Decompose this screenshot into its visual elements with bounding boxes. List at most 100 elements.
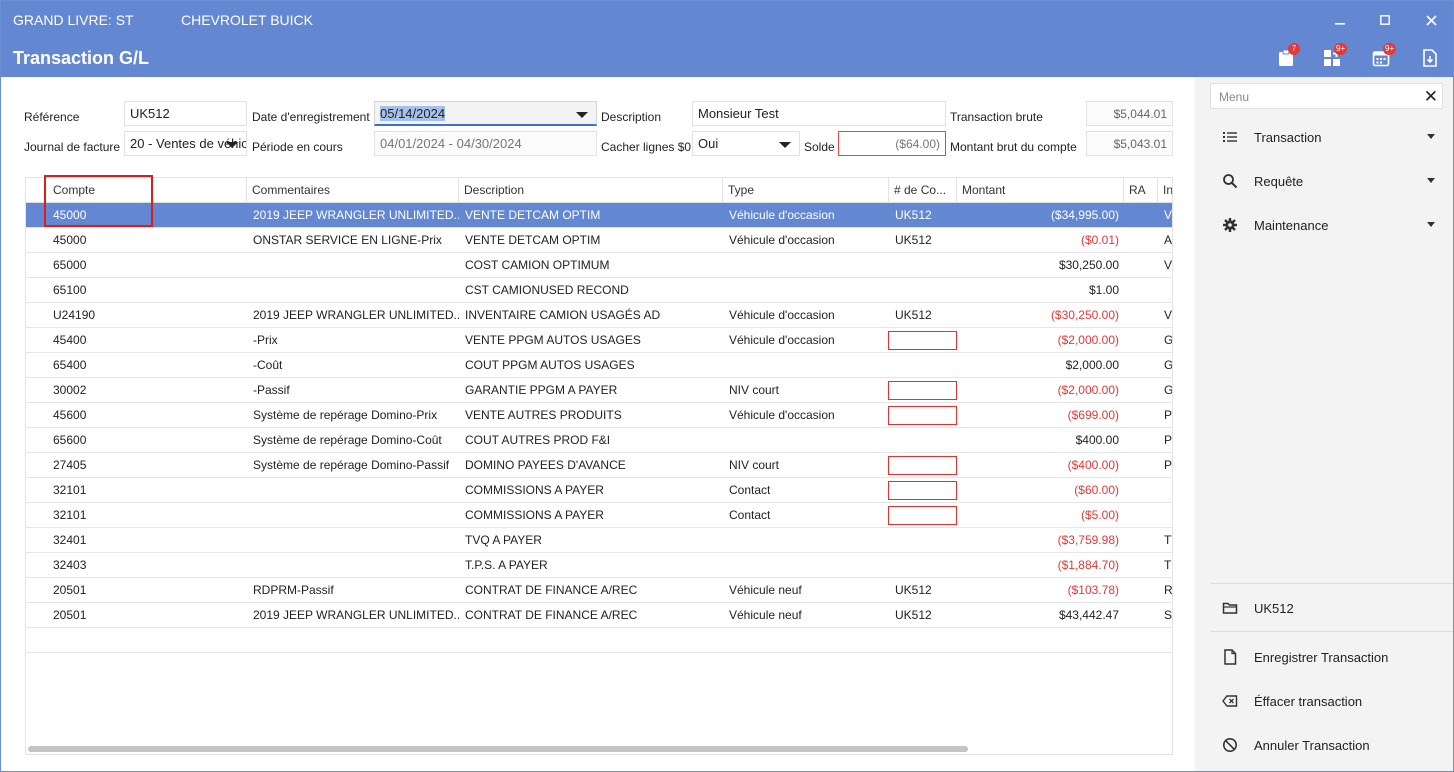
cell-description: TVQ A PAYER (465, 533, 542, 547)
cell-description: COMMISSIONS A PAYER (465, 483, 604, 497)
column-header-amount[interactable]: Montant (957, 178, 1124, 203)
action-cancel-transaction[interactable]: Annuler Transaction (1210, 730, 1453, 760)
horizontal-scrollbar[interactable] (28, 746, 968, 752)
table-row[interactable]: 65400 -Coût COUT PPGM AUTOS USAGES $2,000.0… (26, 353, 1172, 378)
date-picker[interactable]: 05/14/2024 (374, 101, 597, 126)
journal-select[interactable]: 20 - Ventes de véhicules (124, 131, 247, 156)
cell-in: G (1164, 383, 1173, 397)
column-header-ra[interactable]: RA (1124, 178, 1158, 203)
missing-reference-input[interactable] (888, 506, 957, 525)
sidebar-divider (1210, 583, 1453, 584)
table-row[interactable]: 20501 2019 JEEP WRANGLER UNLIMITED... CONT… (26, 603, 1172, 628)
cell-amount: $400.00 (1075, 433, 1119, 447)
transaction-grid[interactable]: Compte Commentaires Description Type # d… (25, 177, 1173, 755)
export-button[interactable] (1417, 46, 1443, 70)
menu-item-transaction[interactable]: Transaction (1210, 122, 1453, 152)
table-row[interactable]: 45000 ONSTAR SERVICE EN LIGNE-Prix VENTE D… (26, 228, 1172, 253)
table-row[interactable]: 32401 TVQ A PAYER ($3,759.98) TV (26, 528, 1172, 553)
cell-comment (247, 528, 459, 553)
table-row[interactable]: 30002 -Passif GARANTIE PPGM A PAYER NIV cou… (26, 378, 1172, 403)
cell-ra (1124, 428, 1158, 453)
cell-account: 65100 (53, 283, 87, 297)
cell-account: 45400 (53, 333, 87, 347)
cell-in: Vé (1164, 208, 1173, 222)
chevron-down-icon[interactable] (226, 142, 238, 148)
minimize-button[interactable] (1328, 9, 1352, 31)
table-row[interactable]: 65100 CST CAMIONUSED RECOND $1.00 (26, 278, 1172, 303)
account-gross-value: $5,043.01 (1086, 131, 1173, 156)
cell-in (1158, 503, 1172, 528)
cell-ra (1124, 403, 1158, 428)
hide-zero-lines-select[interactable]: Oui (692, 131, 800, 156)
table-row[interactable]: U24190 2019 JEEP WRANGLER UNLIMITED... INV… (26, 303, 1172, 328)
action-clear-transaction[interactable]: Éffacer transaction (1210, 686, 1453, 716)
close-icon[interactable]: ✕ (1424, 87, 1438, 107)
cell-amount: ($0.01) (1080, 233, 1119, 247)
table-row[interactable]: 20501 RDPRM-Passif CONTRAT DE FINANCE A/RE… (26, 578, 1172, 603)
table-row[interactable]: 32101 COMMISSIONS A PAYER Contact ($60.00) (26, 478, 1172, 503)
main-panel: Référence UK512 Date d'enregistrement 05… (1, 77, 1195, 771)
reference-input[interactable]: UK512 (124, 101, 247, 126)
cell-description: DOMINO PAYEES D'AVANCE (465, 458, 626, 472)
column-header-type[interactable]: Type (723, 178, 889, 203)
missing-reference-input[interactable] (888, 331, 957, 350)
close-window-button[interactable] (1419, 9, 1443, 31)
cell-ra (1124, 378, 1158, 403)
cell-amount: $43,442.47 (1058, 608, 1119, 622)
menu-search-input[interactable]: Menu ✕ (1210, 83, 1443, 109)
cell-in: Vé (1164, 258, 1173, 272)
clipboard-button[interactable]: 7 (1273, 43, 1300, 70)
cell-type: NIV court (729, 458, 780, 472)
cell-in (1158, 478, 1172, 503)
cell-description: VENTE AUTRES PRODUITS (465, 408, 622, 422)
menu-item-maintenance[interactable]: Maintenance (1210, 210, 1453, 240)
table-row[interactable]: 45600 Système de repérage Domino-Prix VENT… (26, 403, 1172, 428)
missing-reference-input[interactable] (888, 406, 957, 425)
table-row[interactable]: 32403 T.P.S. A PAYER ($1,884.70) TI (26, 553, 1172, 578)
chevron-down-icon[interactable] (779, 142, 791, 148)
cell-amount: ($103.78) (1067, 583, 1119, 597)
empty-row[interactable] (26, 628, 1172, 653)
cell-description: COUT PPGM AUTOS USAGES (465, 358, 635, 372)
page-title: Transaction G/L (13, 48, 150, 68)
column-header-account[interactable]: Compte (26, 178, 247, 203)
cell-comment (247, 278, 459, 303)
cell-account: 20501 (53, 583, 87, 597)
reference-label: Référence (24, 110, 80, 124)
cell-type (723, 278, 889, 303)
cell-ra (1124, 328, 1158, 353)
chevron-down-icon (1427, 134, 1435, 139)
description-input[interactable]: Monsieur Test (692, 101, 946, 126)
cell-in: Pr (1164, 408, 1173, 422)
cell-description: CONTRAT DE FINANCE A/REC (465, 583, 638, 597)
table-row[interactable]: 45400 -Prix VENTE PPGM AUTOS USAGES Véhicul… (26, 328, 1172, 353)
maximize-button[interactable] (1373, 9, 1397, 31)
cell-amount: ($699.00) (1067, 408, 1119, 422)
column-header-in[interactable]: In (1158, 178, 1172, 203)
clipboard-badge: 7 (1288, 43, 1300, 55)
calendar-button[interactable]: 9+ (1368, 43, 1397, 70)
table-row[interactable]: 32101 COMMISSIONS A PAYER Contact ($5.00) (26, 503, 1172, 528)
cell-in: Pr (1164, 458, 1173, 472)
table-row[interactable]: 65600 Système de repérage Domino-Coût COUT… (26, 428, 1172, 453)
column-header-comments[interactable]: Commentaires (247, 178, 459, 203)
missing-reference-input[interactable] (888, 381, 957, 400)
table-row[interactable]: 65000 COST CAMION OPTIMUM $30,250.00 Vé (26, 253, 1172, 278)
chevron-down-icon[interactable] (576, 112, 588, 118)
column-header-reference[interactable]: # de Co... (889, 178, 957, 203)
action-save-transaction[interactable]: Enregistrer Transaction (1210, 642, 1453, 672)
cell-comment: RDPRM-Passif (253, 583, 334, 597)
cell-description: VENTE PPGM AUTOS USAGES (465, 333, 641, 347)
dashboard-button[interactable]: 9+ (1319, 43, 1348, 70)
action-open-reference[interactable]: UK512 (1210, 593, 1453, 623)
menu-item-query[interactable]: Requête (1210, 166, 1453, 196)
column-header-description[interactable]: Description (459, 178, 723, 203)
missing-reference-input[interactable] (888, 456, 957, 475)
missing-reference-input[interactable] (888, 481, 957, 500)
table-row[interactable]: 45000 2019 JEEP WRANGLER UNLIMITED... VENT… (26, 203, 1172, 228)
cell-ra (1124, 478, 1158, 503)
table-row[interactable]: 27405 Système de repérage Domino-Passif DO… (26, 453, 1172, 478)
cell-account: 20501 (53, 608, 87, 622)
minimize-icon (1335, 23, 1345, 25)
cell-account: 65600 (53, 433, 87, 447)
